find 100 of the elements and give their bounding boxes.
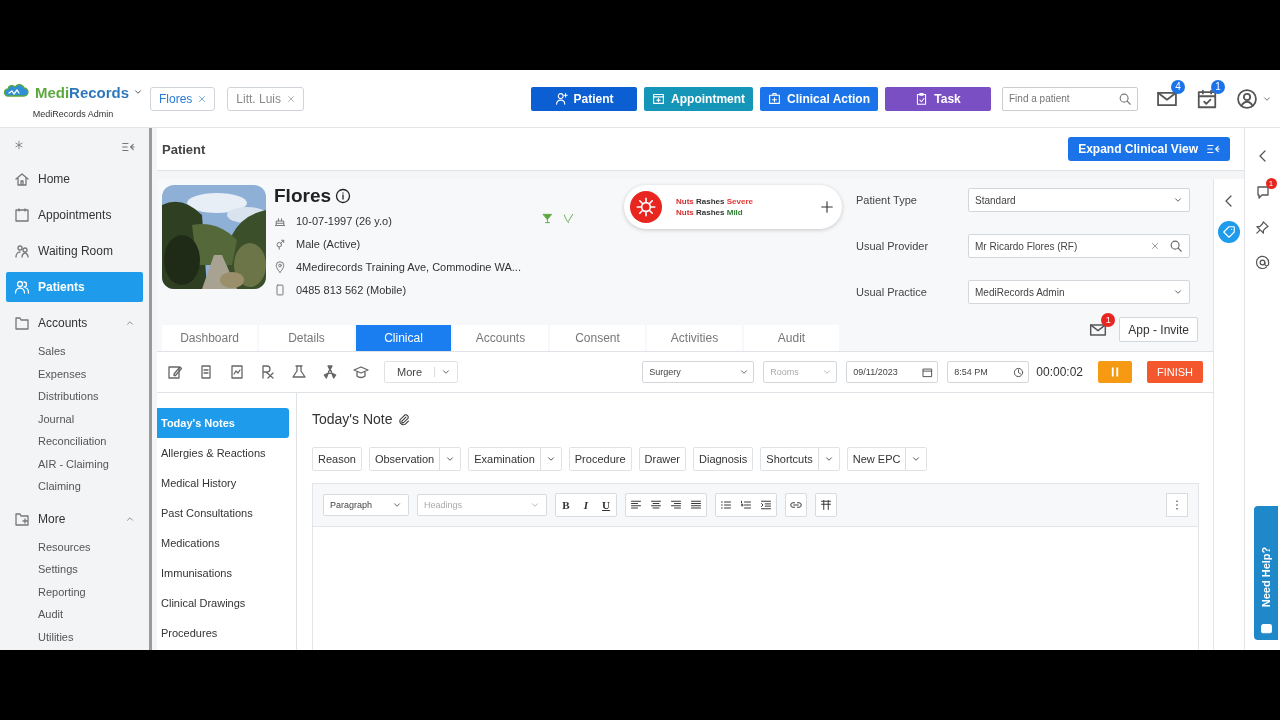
expand-clinical-view-button[interactable]: Expand Clinical View <box>1068 137 1230 161</box>
calendar-icon <box>922 366 934 378</box>
patients-icon <box>14 279 30 295</box>
format-button[interactable]: B <box>556 494 576 516</box>
tab[interactable]: Accounts <box>453 325 548 351</box>
sidebar-subitem[interactable]: Expenses <box>6 362 143 385</box>
mobile-phone-icon <box>274 283 286 296</box>
note-section-button[interactable]: Shortcuts <box>760 447 840 471</box>
tab[interactable]: Dashboard <box>162 325 257 351</box>
location-select[interactable]: Surgery <box>642 361 755 383</box>
sidebar-subitem[interactable]: Reconciliation <box>6 430 143 453</box>
lab-flask-icon <box>291 364 307 380</box>
calendar-icon <box>14 207 30 223</box>
chevron-up-icon <box>125 318 135 328</box>
note-section-button[interactable]: New EPC <box>846 447 928 471</box>
caret-icon <box>545 454 556 464</box>
more-button[interactable]: More <box>384 361 459 383</box>
sidebar-subitem[interactable]: Settings <box>6 558 143 581</box>
select-field[interactable]: MediRecords Admin <box>968 280 1190 304</box>
sidebar-item[interactable]: Appointments <box>6 200 143 230</box>
paperclip-icon <box>396 412 410 426</box>
sidebar-subitem[interactable]: Claiming <box>6 475 143 498</box>
tab[interactable]: Consent <box>550 325 645 351</box>
format-button[interactable]: I <box>576 494 596 516</box>
clinical-menu-item[interactable]: Allergies & Reactions <box>157 438 296 468</box>
field-label: Usual Provider <box>856 240 930 252</box>
note-section-button[interactable]: Observation <box>368 447 462 471</box>
caret-icon <box>392 500 402 510</box>
action-button[interactable]: Task <box>885 86 991 111</box>
paragraph-select[interactable]: Paragraph <box>323 494 409 516</box>
align-center-icon <box>650 499 662 511</box>
people-icon <box>14 243 30 259</box>
tab[interactable]: Details <box>259 325 354 351</box>
sidebar-subitem[interactable]: Journal <box>6 407 143 430</box>
home-icon <box>14 171 30 187</box>
tab[interactable]: Clinical <box>356 325 451 351</box>
link-button[interactable] <box>785 493 807 517</box>
sidebar-subitem[interactable]: Sales <box>6 340 143 363</box>
asterisk-icon <box>14 140 24 150</box>
count-badge: 4 <box>1171 79 1185 94</box>
person-add-icon <box>554 92 568 105</box>
open-patient-tab[interactable]: Flores <box>150 86 216 111</box>
sidebar-item[interactable]: Accounts <box>6 308 143 338</box>
search-field[interactable]: Mr Ricardo Flores (RF) <box>968 234 1190 258</box>
gender-status: Male (Active) <box>296 237 361 250</box>
table-button[interactable] <box>815 493 837 517</box>
calendar-check-icon <box>1196 87 1218 110</box>
note-section-button[interactable]: Drawer <box>638 447 686 471</box>
folder-icon <box>14 315 30 331</box>
info-icon <box>335 188 352 204</box>
page-title: Patient <box>162 141 206 157</box>
open-patient-tab[interactable]: Litt. Luis <box>227 86 305 111</box>
patient-search-field[interactable]: Find a patient <box>1002 86 1138 111</box>
sidebar-item[interactable]: Waiting Room <box>6 236 143 266</box>
sidebar-subitem[interactable]: Audit <box>6 603 143 626</box>
sidebar-subitem[interactable]: AIR - Claiming <box>6 452 143 475</box>
date-of-birth: 10-07-1997 (26 y.o) <box>296 214 392 227</box>
allergy-entry: Nuts Rashes Mild <box>676 208 744 217</box>
clinical-menu-item[interactable]: Past Consultations <box>157 498 296 528</box>
note-section-button[interactable]: Diagnosis <box>693 447 754 471</box>
caret-icon <box>441 367 452 377</box>
clinical-menu-item[interactable]: Medications <box>157 528 296 558</box>
align-justify-icon <box>690 499 702 511</box>
time-field[interactable]: 8:54 PM <box>947 361 1030 383</box>
note-section-button[interactable]: Examination <box>468 447 562 471</box>
link-icon <box>790 499 802 511</box>
sidebar-subitem[interactable]: Reporting <box>6 580 143 603</box>
clinical-menu-item[interactable]: Clinical Drawings <box>157 588 296 618</box>
calendar-add-icon <box>652 92 666 105</box>
patient-phone: 0485 813 562 (Mobile) <box>296 283 407 296</box>
add-icon <box>820 200 834 214</box>
clinical-menu-item[interactable]: Procedures <box>157 618 296 648</box>
gender-icon <box>274 237 286 250</box>
edit-note-icon <box>167 364 183 380</box>
clock-icon <box>1013 366 1025 378</box>
align-right-icon <box>670 499 682 511</box>
action-button[interactable]: Patient <box>531 86 638 111</box>
pause-button[interactable] <box>1098 361 1132 383</box>
sidebar-subitem[interactable]: Resources <box>6 535 143 558</box>
numbered-list-icon <box>740 499 752 511</box>
pause-icon <box>1109 366 1121 378</box>
prescription-pad-icon <box>198 364 214 380</box>
select-field[interactable]: Standard <box>968 188 1190 212</box>
sidebar-item[interactable]: Home <box>6 164 143 194</box>
tab[interactable]: Audit <box>744 325 839 351</box>
note-title: Today's Note <box>312 411 393 427</box>
sidebar-subitem[interactable]: Utilities <box>6 625 143 648</box>
tab[interactable]: Activities <box>647 325 742 351</box>
sidebar-subitem[interactable]: Distributions <box>6 385 143 408</box>
note-section-button[interactable]: Procedure <box>568 447 632 471</box>
format-button[interactable]: U <box>596 494 616 516</box>
folder-add-icon <box>14 510 30 527</box>
sidebar-item[interactable]: More <box>6 503 143 534</box>
note-section-button[interactable]: Reason <box>312 447 362 471</box>
app-invite-button[interactable]: App - Invite <box>1119 317 1198 342</box>
clinical-menu-item[interactable]: Medical History <box>157 468 296 498</box>
action-button[interactable]: Clinical Action <box>760 86 878 111</box>
date-field[interactable]: 09/11/2023 <box>846 361 939 383</box>
clinical-menu-item[interactable]: Immunisations <box>157 558 296 588</box>
allergy-entry: Nuts Rashes Severe <box>676 197 754 206</box>
